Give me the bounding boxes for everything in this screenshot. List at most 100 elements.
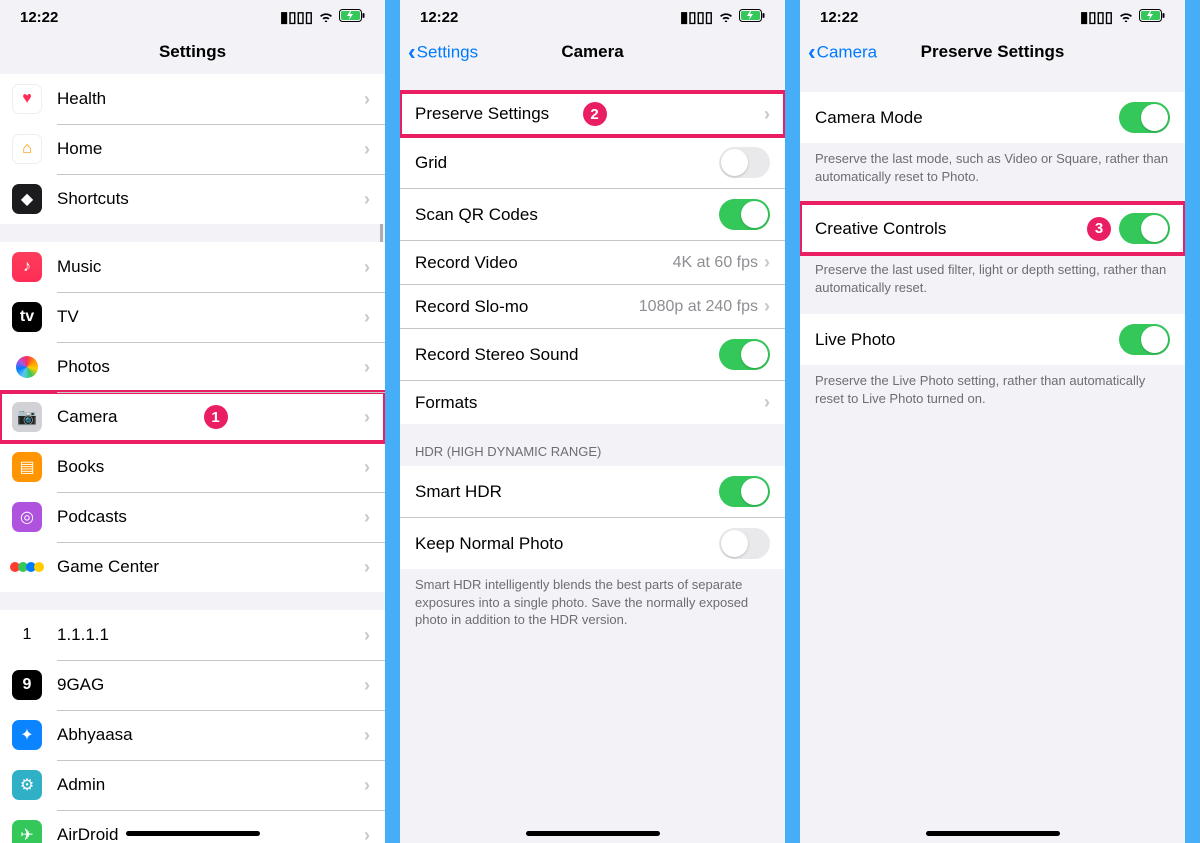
settings-item-home[interactable]: ⌂Home› (0, 124, 385, 174)
toggle-grid[interactable] (719, 147, 770, 178)
row-label: Grid (415, 153, 719, 173)
back-button[interactable]: ‹ Settings (408, 39, 478, 66)
row-creative-controls[interactable]: Creative Controls 3 (800, 203, 1185, 254)
status-icons: ▮▯▯▯ (1080, 8, 1165, 26)
settings-item-podcasts[interactable]: ◎Podcasts› (0, 492, 385, 542)
chevron-right-icon: › (364, 675, 370, 696)
settings-item-1-1-1-1[interactable]: 11.1.1.1› (0, 610, 385, 660)
row-value: 4K at 60 fps (673, 254, 758, 272)
row-live-photo[interactable]: Live Photo (800, 314, 1185, 365)
home-icon: ⌂ (12, 134, 42, 164)
settings-item-label: 9GAG (57, 675, 211, 695)
settings-item-label: Camera (57, 407, 194, 427)
row-formats[interactable]: Formats › (400, 380, 785, 424)
row-value: 1080p at 240 fps (639, 298, 758, 316)
screen-camera-settings: 12:22 ▮▯▯▯ ‹ Settings Camera Preserve Se… (400, 0, 785, 843)
hdr-group: Smart HDR Keep Normal Photo (400, 466, 785, 569)
chevron-left-icon: ‹ (408, 39, 416, 66)
camera-settings-group: Preserve Settings 2 › Grid Scan QR Codes… (400, 92, 785, 424)
chevron-right-icon: › (764, 252, 770, 273)
toggle-camera-mode[interactable] (1119, 102, 1170, 133)
row-label: Camera Mode (815, 108, 1119, 128)
home-indicator[interactable] (926, 831, 1060, 836)
row-smart-hdr[interactable]: Smart HDR (400, 466, 785, 517)
row-stereo-sound[interactable]: Record Stereo Sound (400, 328, 785, 380)
settings-item-abhyaasa[interactable]: ✦Abhyaasa› (0, 710, 385, 760)
airdroid-icon: ✈ (12, 820, 42, 843)
settings-item-label: Photos (57, 357, 211, 377)
settings-item-shortcuts[interactable]: ◆Shortcuts› (0, 174, 385, 224)
settings-item-health[interactable]: ♥Health› (0, 74, 385, 124)
settings-item-admin[interactable]: ⚙Admin› (0, 760, 385, 810)
row-label: Record Video (415, 253, 673, 273)
row-scan-qr[interactable]: Scan QR Codes (400, 188, 785, 240)
row-grid[interactable]: Grid (400, 136, 785, 188)
abhyaasa-icon: ✦ (12, 720, 42, 750)
settings-group-thirdparty: 11.1.1.1›99GAG›✦Abhyaasa›⚙Admin›✈AirDroi… (0, 610, 385, 843)
toggle-scan-qr[interactable] (719, 199, 770, 230)
toggle-keep-normal[interactable] (719, 528, 770, 559)
nav-bar: ‹ Settings Camera (400, 30, 785, 74)
home-indicator[interactable] (126, 831, 260, 836)
cellular-icon: ▮▯▯▯ (680, 8, 713, 26)
row-keep-normal-photo[interactable]: Keep Normal Photo (400, 517, 785, 569)
row-label: Keep Normal Photo (415, 534, 719, 554)
settings-item-label: Shortcuts (57, 189, 211, 209)
hdr-footer-note: Smart HDR intelligently blends the best … (400, 569, 785, 629)
chevron-right-icon: › (364, 825, 370, 843)
tv-icon: tv (12, 302, 42, 332)
row-label: Live Photo (815, 330, 1119, 350)
settings-item-tv[interactable]: tvTV› (0, 292, 385, 342)
page-title: Settings (159, 42, 226, 62)
settings-item-photos[interactable]: Photos › (0, 342, 385, 392)
row-label: Smart HDR (415, 482, 719, 502)
chevron-left-icon: ‹ (808, 39, 816, 66)
chevron-right-icon: › (364, 507, 370, 528)
cellular-icon: ▮▯▯▯ (280, 8, 313, 26)
row-label: Scan QR Codes (415, 205, 719, 225)
home-indicator[interactable] (526, 831, 660, 836)
chevron-right-icon: › (364, 357, 370, 378)
row-label: Creative Controls (815, 219, 1081, 239)
shortcuts-icon: ◆ (12, 184, 42, 214)
row-record-video[interactable]: Record Video 4K at 60 fps › (400, 240, 785, 284)
1-1-1-1-icon: 1 (12, 620, 42, 650)
toggle-smart-hdr[interactable] (719, 476, 770, 507)
status-bar: 12:22 ▮▯▯▯ (0, 0, 385, 30)
toggle-live-photo[interactable] (1119, 324, 1170, 355)
settings-item-label: Health (57, 89, 211, 109)
settings-item-label: Game Center (57, 557, 211, 577)
settings-item-label: Books (57, 457, 211, 477)
battery-icon (339, 9, 365, 26)
music-icon: ♪ (12, 252, 42, 282)
chevron-right-icon: › (364, 775, 370, 796)
back-label: Camera (817, 42, 877, 62)
settings-item-label: Music (57, 257, 211, 277)
row-preserve-settings[interactable]: Preserve Settings 2 › (400, 92, 785, 136)
row-label: Preserve Settings (415, 104, 573, 124)
settings-item-airdroid[interactable]: ✈AirDroid› (0, 810, 385, 843)
settings-item-9gag[interactable]: 99GAG› (0, 660, 385, 710)
live-photo-group: Live Photo (800, 314, 1185, 365)
toggle-creative-controls[interactable] (1119, 213, 1170, 244)
settings-item-music[interactable]: ♪Music› (0, 242, 385, 292)
back-button[interactable]: ‹ Camera (808, 39, 877, 66)
camera-mode-note: Preserve the last mode, such as Video or… (800, 143, 1185, 185)
row-camera-mode[interactable]: Camera Mode (800, 92, 1185, 143)
chevron-right-icon: › (764, 392, 770, 413)
chevron-right-icon: › (364, 725, 370, 746)
row-record-slomo[interactable]: Record Slo-mo 1080p at 240 fps › (400, 284, 785, 328)
row-label: Record Stereo Sound (415, 345, 719, 365)
battery-icon (739, 9, 765, 26)
admin-icon: ⚙ (12, 770, 42, 800)
toggle-stereo[interactable] (719, 339, 770, 370)
row-label: Record Slo-mo (415, 297, 639, 317)
settings-item-game-center[interactable]: Game Center› (0, 542, 385, 592)
chevron-right-icon: › (764, 104, 770, 125)
chevron-right-icon: › (364, 457, 370, 478)
creative-controls-group: Creative Controls 3 (800, 203, 1185, 254)
game-center-icon (12, 552, 42, 582)
settings-item-books[interactable]: ▤Books› (0, 442, 385, 492)
page-title: Preserve Settings (921, 42, 1065, 62)
settings-item-camera[interactable]: 📷Camera1› (0, 392, 385, 442)
